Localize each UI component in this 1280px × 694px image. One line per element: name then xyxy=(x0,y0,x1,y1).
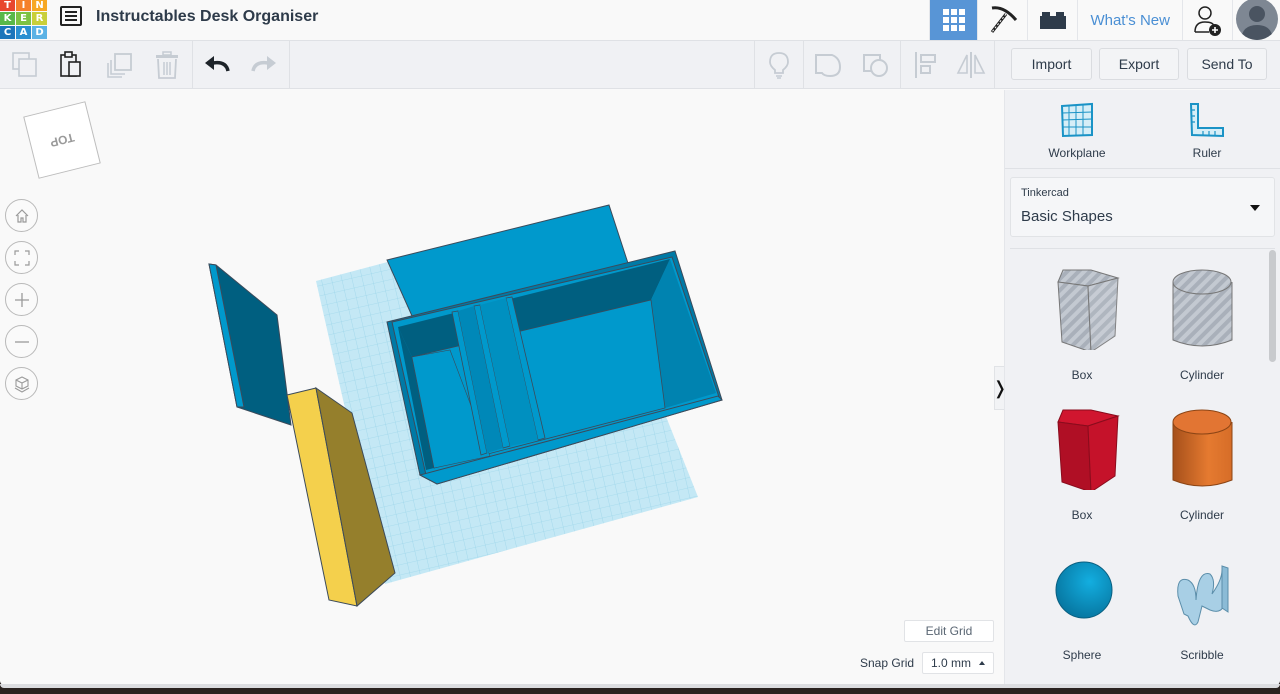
grid-icon xyxy=(942,9,965,31)
edit-toolbar: Import Export Send To xyxy=(0,41,1280,89)
top-nav: What's New xyxy=(929,0,1280,40)
ruler-label: Ruler xyxy=(1192,146,1222,160)
ungroup-button[interactable] xyxy=(853,41,899,89)
duplicate-icon xyxy=(107,53,132,78)
shape-cylinder[interactable]: Cylinder xyxy=(1142,400,1262,530)
redo-button[interactable] xyxy=(241,41,287,89)
avatar-icon xyxy=(1235,0,1278,40)
blocks-view-button[interactable] xyxy=(977,0,1027,40)
ungroup-icon xyxy=(863,54,888,77)
ruler-tool[interactable]: Ruler xyxy=(1157,102,1257,160)
delete-button[interactable] xyxy=(144,41,190,89)
snap-grid-label: Snap Grid xyxy=(860,656,915,670)
duplicate-button[interactable] xyxy=(97,41,143,89)
lightbulb-icon xyxy=(769,52,789,79)
logo-letter: E xyxy=(16,12,31,25)
mirror-icon xyxy=(956,52,986,78)
sphere-icon xyxy=(1055,561,1113,619)
cylinder-hole-icon xyxy=(1172,269,1233,347)
box-hole-icon xyxy=(1057,269,1120,350)
top-bar: TIN KER CAD Instructables Desk Organiser W… xyxy=(0,0,1280,41)
paste-button[interactable] xyxy=(48,41,94,89)
shape-box-hole[interactable]: Box xyxy=(1022,260,1142,390)
shape-cylinder-hole[interactable]: Cylinder xyxy=(1142,260,1262,390)
design-title[interactable]: Instructables Desk Organiser xyxy=(96,8,318,26)
send-to-button[interactable]: Send To xyxy=(1187,48,1267,80)
snap-grid-value: 1.0 mm xyxy=(931,656,972,670)
undo-button[interactable] xyxy=(194,41,240,89)
cylinder-icon xyxy=(1172,409,1233,487)
library-source: Tinkercad xyxy=(1021,187,1069,199)
shapes-panel: Workplane Ruler Tinkercad Basic Shapes B… xyxy=(1004,90,1280,684)
panel-scrollbar[interactable] xyxy=(1269,250,1276,362)
copy-button[interactable] xyxy=(2,41,48,89)
ruler-icon xyxy=(1189,103,1224,138)
pickaxe-icon xyxy=(990,6,1018,33)
brick-icon xyxy=(1039,12,1066,29)
shape-label: Cylinder xyxy=(1179,368,1224,382)
shape-scribble[interactable]: Scribble xyxy=(1142,540,1262,670)
export-button[interactable]: Export xyxy=(1099,48,1179,80)
user-avatar[interactable] xyxy=(1232,0,1280,40)
tinkercad-app: TIN KER CAD Instructables Desk Organiser W… xyxy=(0,0,1280,686)
workplane-canvas[interactable]: TOP Edit Grid Snap Grid 1.0 mm ❭ xyxy=(0,90,1008,684)
shape-label: Cylinder xyxy=(1179,508,1224,522)
group-button[interactable] xyxy=(805,41,851,89)
shape-library-select[interactable]: Tinkercad Basic Shapes xyxy=(1010,177,1275,237)
import-button[interactable]: Import xyxy=(1011,48,1092,80)
redo-icon xyxy=(251,56,276,72)
library-name: Basic Shapes xyxy=(1021,208,1113,225)
mirror-button[interactable] xyxy=(948,41,994,89)
logo-letter: T xyxy=(0,0,15,11)
copy-icon xyxy=(12,52,37,77)
group-icon xyxy=(815,54,842,78)
edit-grid-button[interactable]: Edit Grid xyxy=(904,620,994,642)
trash-icon xyxy=(156,51,178,79)
3d-scene xyxy=(208,204,723,607)
bricks-view-button[interactable] xyxy=(1027,0,1077,40)
blue-side-panel xyxy=(208,263,292,426)
align-icon xyxy=(915,52,936,78)
3d-design-view-button[interactable] xyxy=(929,0,978,40)
align-button[interactable] xyxy=(902,41,948,89)
shape-label: Sphere xyxy=(1062,648,1102,662)
caret-up-icon xyxy=(979,661,986,665)
shape-label: Box xyxy=(1071,508,1093,522)
window-bottom-edge xyxy=(0,684,1280,688)
add-user-button[interactable] xyxy=(1182,0,1232,40)
snap-grid-select[interactable]: 1.0 mm xyxy=(922,652,994,674)
whats-new-link[interactable]: What's New xyxy=(1077,0,1182,40)
workplane-label: Workplane xyxy=(1048,146,1106,160)
logo-letter: C xyxy=(0,26,15,39)
box-icon xyxy=(1057,409,1120,490)
dropdown-caret-icon xyxy=(1250,205,1260,211)
logo-letter: R xyxy=(32,12,47,25)
logo-letter: K xyxy=(0,12,15,25)
shape-box[interactable]: Box xyxy=(1022,400,1142,530)
undo-icon xyxy=(205,56,230,72)
notes-button[interactable] xyxy=(756,41,802,89)
paste-icon xyxy=(60,51,81,77)
scribble-icon xyxy=(1177,565,1229,626)
workplane-icon xyxy=(1060,102,1093,138)
logo-letter: A xyxy=(16,26,31,39)
workplane-tool[interactable]: Workplane xyxy=(1027,102,1127,160)
list-icon[interactable] xyxy=(60,6,82,26)
logo-letter: D xyxy=(32,26,47,39)
tinkercad-logo[interactable]: TIN KER CAD xyxy=(0,0,47,39)
shape-label: Scribble xyxy=(1180,648,1224,662)
logo-letter: I xyxy=(16,0,31,11)
add-user-icon xyxy=(1193,6,1221,36)
logo-letter: N xyxy=(32,0,47,11)
shape-sphere[interactable]: Sphere xyxy=(1022,540,1142,670)
shape-label: Box xyxy=(1071,368,1093,382)
